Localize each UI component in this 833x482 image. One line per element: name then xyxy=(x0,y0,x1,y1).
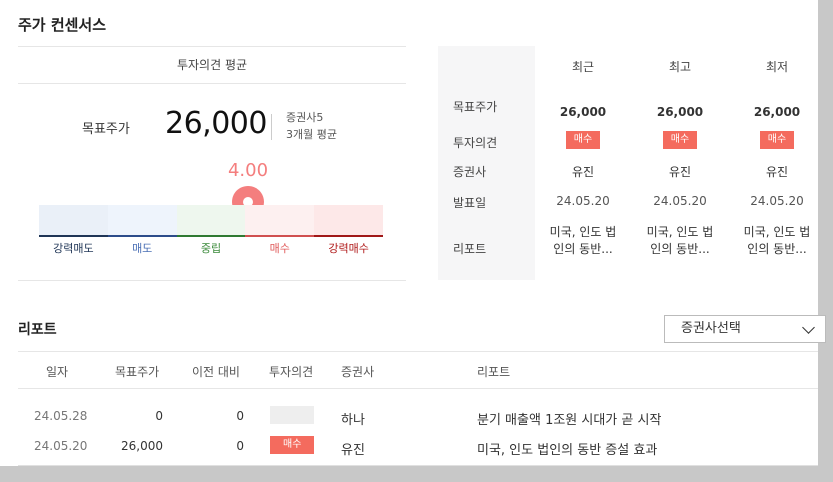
consensus-card: 주가 컨센서스 투자의견 평균 목표주가 26,000 증권사5 3개월 평균 … xyxy=(0,0,826,466)
opinion-score: 4.00 xyxy=(227,160,269,181)
column-report: 리포트 xyxy=(477,365,511,379)
compare-broker: 유진 xyxy=(668,165,692,179)
row-label-opinion: 투자의견 xyxy=(453,136,498,150)
table-row[interactable]: 24.05.20 26,000 0 매수 유진 미국, 인도 법인의 동반 증설 효과 xyxy=(18,436,818,458)
row-label-report: 리포트 xyxy=(453,242,487,256)
opinion-badge: 매수 xyxy=(662,131,698,149)
broker-select-value: 증권사선택 xyxy=(681,321,741,336)
row-broker: 유진 xyxy=(341,443,365,458)
row-label-target-price: 목표주가 xyxy=(453,100,498,114)
row-change: 0 xyxy=(236,409,244,423)
compare-report-link[interactable]: 미국, 인도 법인의 동반... xyxy=(732,224,822,258)
opinion-scale-line xyxy=(39,235,383,237)
chevron-down-icon xyxy=(802,321,815,334)
compare-date: 24.05.20 xyxy=(556,194,610,208)
column-opinion: 투자의견 xyxy=(269,365,314,379)
reports-table-header: 일자 목표주가 이전 대비 투자의견 증권사 리포트 xyxy=(18,351,818,389)
scale-band-line xyxy=(107,235,177,237)
scale-band-line xyxy=(314,235,383,237)
column-date: 일자 xyxy=(46,365,69,379)
opinion-compare-panel: 최근 최고 최저 목표주가 투자의견 증권사 발표일 리포트 26,000 매수유… xyxy=(438,46,818,280)
row-target-price: 26,000 xyxy=(121,439,163,453)
opinion-badge: 매수 xyxy=(759,131,795,149)
compare-opinion: 매수 xyxy=(732,131,822,149)
scale-band xyxy=(39,205,108,235)
table-row[interactable]: 24.05.28 0 0 하나 분기 매출액 1조원 시대가 곧 시작 xyxy=(18,406,818,428)
compare-opinion: 매수 xyxy=(538,131,628,149)
scale-band xyxy=(107,205,177,235)
column-target-price: 목표주가 xyxy=(115,365,160,379)
target-price-value: 26,000 xyxy=(165,106,267,141)
compare-date: 24.05.20 xyxy=(750,194,804,208)
row-broker: 하나 xyxy=(341,413,365,428)
divider xyxy=(18,465,818,466)
compare-broker: 유진 xyxy=(765,165,789,179)
row-report-link[interactable]: 분기 매출액 1조원 시대가 곧 시작 xyxy=(477,409,661,428)
opinion-badge: 매수 xyxy=(270,436,315,454)
scale-band xyxy=(245,205,315,235)
broker-select[interactable]: 증권사선택 xyxy=(664,315,826,343)
column-change: 이전 대비 xyxy=(192,365,240,379)
broker-count: 증권사5 xyxy=(286,111,324,124)
row-change: 0 xyxy=(236,439,244,453)
column-broker: 증권사 xyxy=(341,365,375,379)
opinion-badge: 매수 xyxy=(565,131,601,149)
average-period: 3개월 평균 xyxy=(286,128,337,141)
header-recent: 최근 xyxy=(571,60,595,74)
row-opinion: 매수 xyxy=(270,436,315,454)
compare-report-link[interactable]: 미국, 인도 법인의 동반... xyxy=(635,224,725,258)
row-report-link[interactable]: 미국, 인도 법인의 동반 증설 효과 xyxy=(477,439,657,458)
header-highest: 최고 xyxy=(668,60,692,74)
opinion-scale-labels: 강력매도 매도 중립 매수 강력매수 xyxy=(39,240,383,256)
compare-date: 24.05.20 xyxy=(653,194,707,208)
compare-target-price: 26,000 xyxy=(656,105,704,119)
row-date: 24.05.20 xyxy=(34,439,88,453)
row-date: 24.05.28 xyxy=(34,409,88,423)
target-price-label: 목표주가 xyxy=(82,122,130,137)
row-target-price: 0 xyxy=(155,409,163,423)
compare-report-link[interactable]: 미국, 인도 법인의 동반... xyxy=(538,224,628,258)
scale-band-label: 매수 xyxy=(269,242,290,255)
divider xyxy=(271,114,272,140)
row-label-broker: 증권사 xyxy=(453,165,487,179)
scale-band-line xyxy=(245,235,315,237)
scale-band-label: 매도 xyxy=(132,242,153,255)
scale-band-line xyxy=(176,235,246,237)
scale-band-label: 강력매수 xyxy=(328,242,369,255)
header-lowest: 최저 xyxy=(765,60,789,74)
compare-broker: 유진 xyxy=(571,165,595,179)
compare-opinion: 매수 xyxy=(635,131,725,149)
scale-band-line xyxy=(39,235,108,237)
average-header: 투자의견 평균 xyxy=(18,46,406,84)
compare-target-price: 26,000 xyxy=(559,105,607,119)
row-opinion xyxy=(270,406,314,427)
scale-band xyxy=(176,205,246,235)
compare-target-price: 26,000 xyxy=(753,105,801,119)
opinion-scale xyxy=(39,205,383,237)
scale-band-label: 중립 xyxy=(200,242,222,255)
opinion-badge-empty xyxy=(270,406,314,424)
scale-band-label: 강력매도 xyxy=(53,242,94,255)
target-price-meta: 증권사5 3개월 평균 xyxy=(286,109,337,143)
divider xyxy=(18,280,406,281)
section-title: 주가 컨센서스 xyxy=(18,16,107,34)
row-label-date: 발표일 xyxy=(453,196,487,210)
reports-title: 리포트 xyxy=(18,322,57,338)
scale-band xyxy=(314,205,383,235)
